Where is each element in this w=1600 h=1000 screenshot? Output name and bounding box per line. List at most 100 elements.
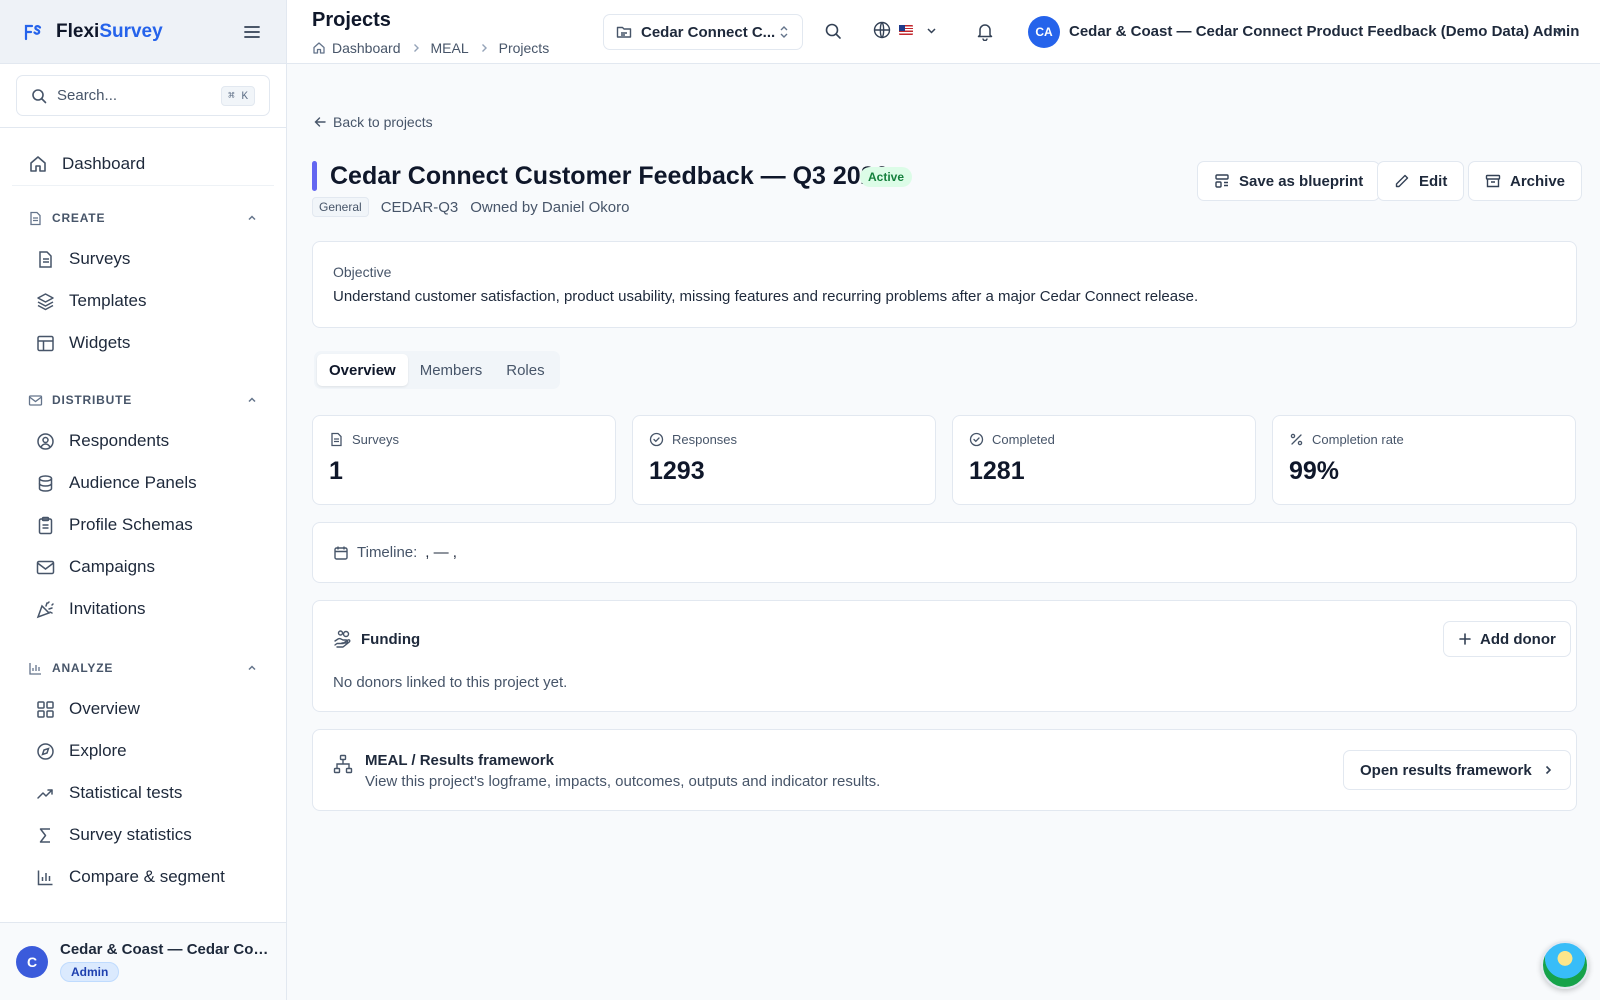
- user-menu-name[interactable]: Cedar & Coast — Cedar Connect Product Fe…: [1069, 23, 1579, 40]
- breadcrumb-projects: Projects: [498, 40, 550, 56]
- funding-empty-state: No donors linked to this project yet.: [333, 674, 568, 691]
- party-popper-icon: [36, 600, 55, 619]
- stat-card-responses: Responses 1293: [632, 415, 936, 505]
- timeline-card: Timeline: , — ,: [312, 522, 1577, 583]
- nav-group-analyze: ANALYZE Overview Explore Statistical tes…: [12, 654, 274, 898]
- sidebar-item-respondents[interactable]: Respondents: [12, 420, 274, 462]
- open-results-framework-button[interactable]: Open results framework: [1343, 750, 1571, 790]
- sidebar-item-label: Compare & segment: [69, 867, 225, 886]
- sidebar-item-audience-panels[interactable]: Audience Panels: [12, 462, 274, 504]
- search-placeholder: Search...: [57, 87, 118, 104]
- button-label: Edit: [1419, 172, 1448, 190]
- check-circle-icon: [649, 432, 664, 447]
- search-shortcut: ⌘ K: [221, 85, 255, 106]
- sidebar-item-statistical-tests[interactable]: Statistical tests: [12, 772, 274, 814]
- sidebar-item-widgets[interactable]: Widgets: [12, 322, 274, 364]
- bar-chart-icon: [28, 661, 43, 676]
- button-label: Open results framework: [1360, 761, 1532, 779]
- save-as-blueprint-button[interactable]: Save as blueprint: [1197, 161, 1381, 201]
- sidebar-item-profile-schemas[interactable]: Profile Schemas: [12, 504, 274, 546]
- sidebar-item-label: Invitations: [69, 599, 146, 618]
- objective-text: Understand customer satisfaction, produc…: [333, 288, 1199, 305]
- sidebar-item-survey-statistics[interactable]: Survey statistics: [12, 814, 274, 856]
- sidebar-item-overview[interactable]: Overview: [12, 688, 274, 730]
- sidebar-item-label: Explore: [69, 741, 127, 760]
- button-label: Archive: [1510, 172, 1566, 190]
- section-header-create[interactable]: CREATE: [12, 204, 274, 232]
- sidebar-item-compare-segment[interactable]: Compare & segment: [12, 856, 274, 898]
- breadcrumb-dashboard[interactable]: Dashboard: [332, 40, 401, 56]
- search-icon[interactable]: [824, 22, 842, 40]
- objective-label: Objective: [333, 264, 392, 280]
- bar-chart-icon: [36, 868, 55, 887]
- stat-card-completion-rate: Completion rate 99%: [1272, 415, 1576, 505]
- tab-members[interactable]: Members: [408, 354, 495, 386]
- chevron-down-icon[interactable]: [1552, 25, 1565, 38]
- sidebar-item-surveys[interactable]: Surveys: [12, 238, 274, 280]
- sidebar-item-label: Statistical tests: [69, 783, 183, 802]
- sitemap-icon: [333, 754, 353, 774]
- sidebar-item-explore[interactable]: Explore: [12, 730, 274, 772]
- breadcrumb: Dashboard MEAL Projects: [312, 40, 549, 56]
- sidebar-item-campaigns[interactable]: Campaigns: [12, 546, 274, 588]
- add-donor-button[interactable]: Add donor: [1443, 621, 1571, 657]
- folder-icon: [616, 24, 632, 40]
- back-to-projects-link[interactable]: Back to projects: [313, 114, 433, 130]
- home-icon: [312, 41, 326, 55]
- sidebar-item-templates[interactable]: Templates: [12, 280, 274, 322]
- section-header-analyze[interactable]: ANALYZE: [12, 654, 274, 682]
- hand-coins-icon: [333, 629, 353, 649]
- stat-label: Completion rate: [1289, 432, 1559, 447]
- objective-card: Objective Understand customer satisfacti…: [312, 241, 1577, 328]
- sidebar-search-input[interactable]: Search... ⌘ K: [16, 75, 270, 116]
- project-tabs: Overview Members Roles: [314, 351, 560, 389]
- bell-icon[interactable]: [975, 21, 995, 41]
- chevron-up-icon[interactable]: [246, 662, 258, 674]
- stat-label: Surveys: [329, 432, 599, 447]
- edit-button[interactable]: Edit: [1377, 161, 1465, 201]
- nav-group-distribute: DISTRIBUTE Respondents Audience Panels P…: [12, 386, 274, 630]
- brand-logo-icon[interactable]: [24, 23, 42, 41]
- menu-toggle-icon[interactable]: [242, 22, 262, 42]
- stat-label-text: Responses: [672, 432, 738, 447]
- avatar[interactable]: CA: [1028, 16, 1060, 48]
- home-icon: [28, 154, 48, 174]
- meal-framework-card: MEAL / Results framework View this proje…: [312, 729, 1577, 811]
- chevron-up-icon[interactable]: [246, 394, 258, 406]
- button-label: Save as blueprint: [1239, 172, 1364, 190]
- top-bar: Projects Dashboard MEAL Projects Cedar C…: [287, 0, 1600, 64]
- sidebar-item-dashboard[interactable]: Dashboard: [12, 142, 274, 186]
- search-icon: [31, 88, 47, 104]
- archive-button[interactable]: Archive: [1468, 161, 1583, 201]
- sidebar-item-label: Templates: [69, 291, 147, 310]
- back-label: Back to projects: [333, 114, 433, 130]
- chevron-updown-icon: [778, 25, 790, 39]
- sidebar: FlexiSurvey Search... ⌘ K Dashboard CREA…: [0, 0, 287, 1000]
- chevron-right-icon: [478, 42, 490, 54]
- sidebar-item-label: Dashboard: [62, 153, 146, 173]
- tab-overview[interactable]: Overview: [317, 354, 408, 386]
- project-meta: General CEDAR-Q3 Owned by Daniel Okoro: [312, 197, 629, 217]
- tab-roles[interactable]: Roles: [494, 354, 556, 386]
- chevron-up-icon[interactable]: [246, 212, 258, 224]
- sidebar-user-footer[interactable]: C Cedar & Coast — Cedar Connect Product …: [0, 922, 286, 1000]
- page-title: Projects: [312, 9, 391, 31]
- funding-header: Funding: [333, 629, 420, 649]
- assistant-launcher-icon[interactable]: [1541, 941, 1589, 989]
- stat-label-text: Surveys: [352, 432, 399, 447]
- us-flag-icon: [899, 25, 913, 35]
- stat-value: 1: [329, 457, 343, 485]
- trending-up-icon: [36, 784, 55, 803]
- blueprint-icon: [1214, 173, 1230, 189]
- layers-icon: [36, 292, 55, 311]
- status-badge: Active: [860, 167, 913, 187]
- sidebar-item-invitations[interactable]: Invitations: [12, 588, 274, 630]
- language-switcher[interactable]: [873, 21, 938, 39]
- project-select[interactable]: Cedar Connect C...: [603, 14, 803, 50]
- breadcrumb-meal[interactable]: MEAL: [431, 40, 469, 56]
- section-header-distribute[interactable]: DISTRIBUTE: [12, 386, 274, 414]
- stat-label: Responses: [649, 432, 919, 447]
- sidebar-user-name: Cedar & Coast — Cedar Connect Product Fe…: [60, 941, 270, 958]
- stat-label-text: Completed: [992, 432, 1055, 447]
- brand-name[interactable]: FlexiSurvey: [56, 21, 163, 43]
